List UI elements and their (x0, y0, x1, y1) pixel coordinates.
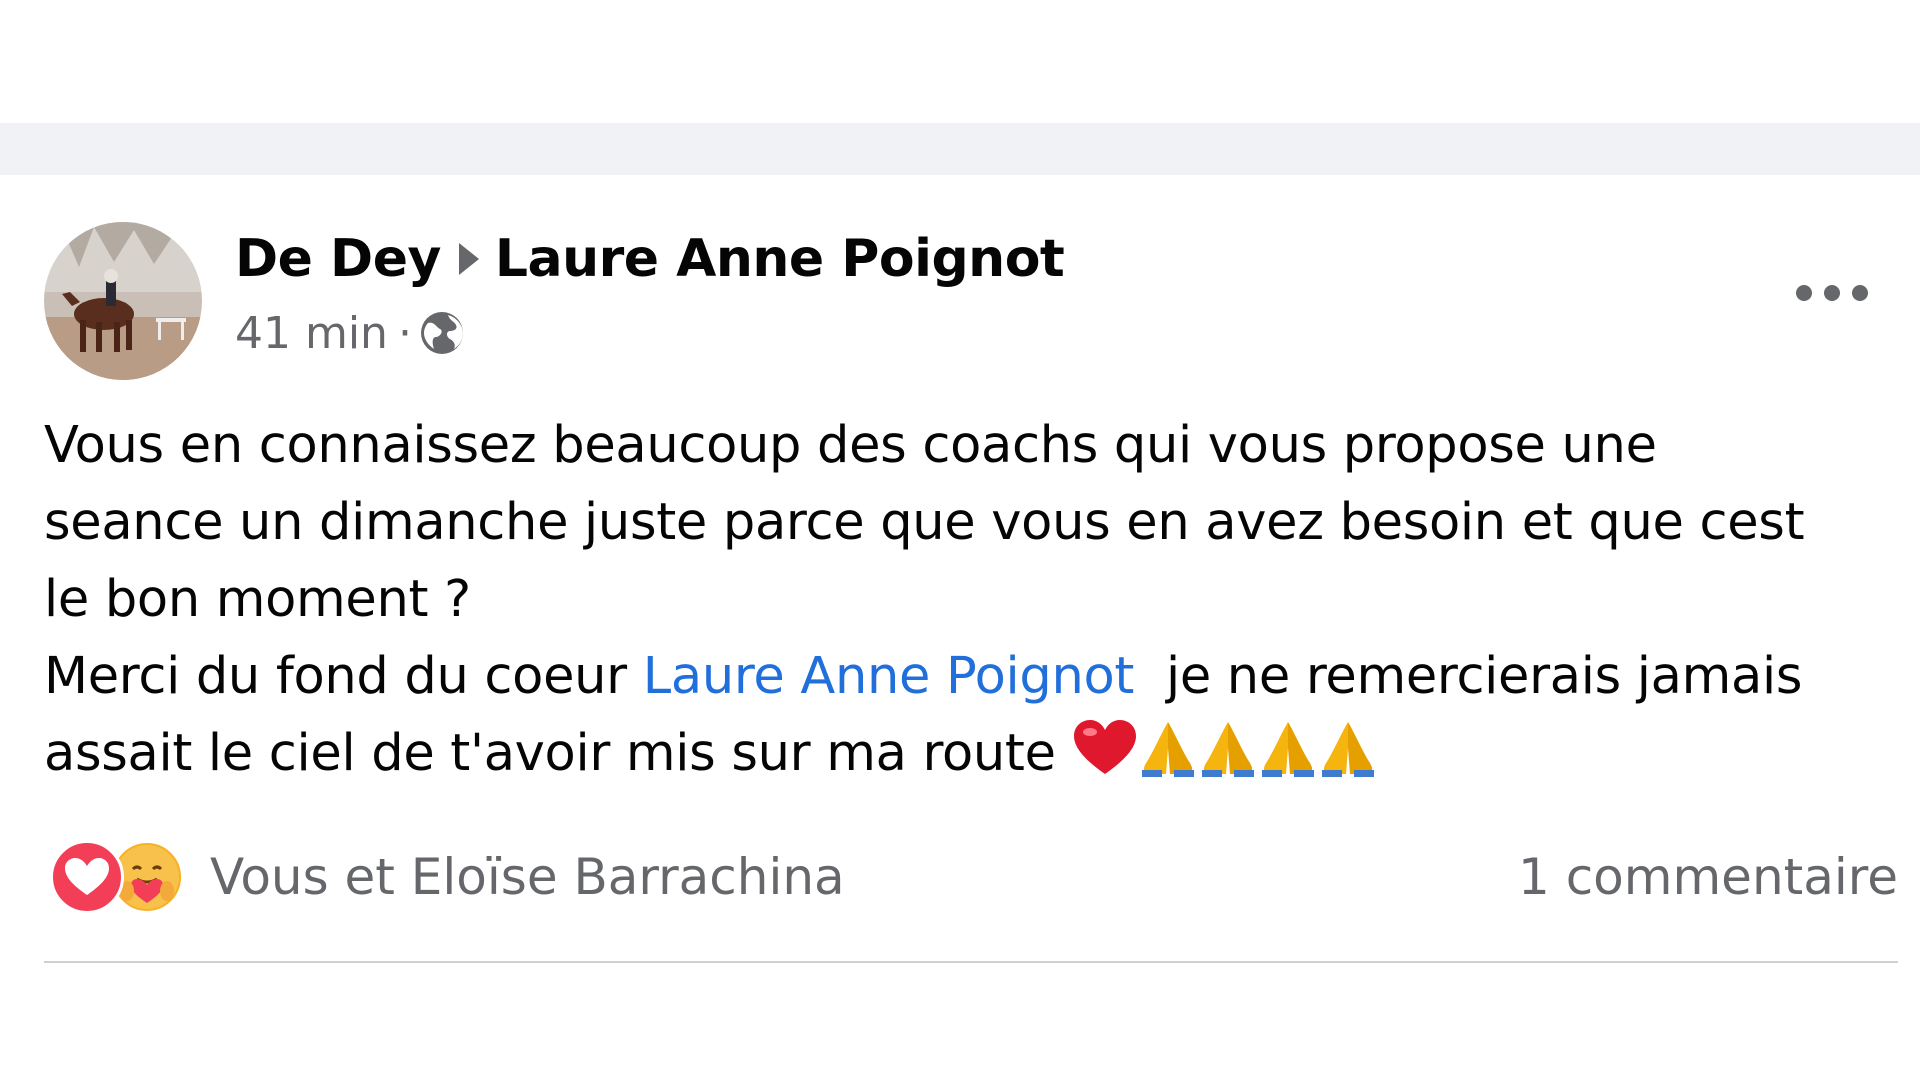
red-heart-emoji (1073, 720, 1136, 774)
folded-hands-emoji (1261, 722, 1314, 777)
post-text-line: Merci du fond du coeur Laure Anne Poigno… (44, 638, 1894, 715)
post-body: Vous en connaissez beaucoup des coachs q… (44, 407, 1894, 792)
caret-right-icon (458, 243, 479, 275)
post-text-line: le bon moment ? (44, 570, 471, 629)
post-text-line: seance un dimanche juste parce que vous … (44, 493, 1805, 552)
post-divider (44, 961, 1898, 963)
folded-hands-emoji (1201, 722, 1254, 777)
folded-hands-emoji (1321, 722, 1374, 777)
love-reaction-icon (50, 840, 124, 914)
post-text-fragment: assait le ciel de t'avoir mis sur ma rou… (44, 724, 1056, 783)
folded-hands-emoji (1141, 722, 1194, 777)
post-text-line: assait le ciel de t'avoir mis sur ma rou… (44, 715, 1894, 792)
post-header: De Dey Laure Anne Poignot (235, 227, 1065, 291)
post-meta: 41 min · (235, 303, 466, 363)
avatar-photo (44, 222, 202, 380)
reactors-names[interactable]: Vous et Eloïse Barrachina (210, 848, 845, 906)
author-name[interactable]: De Dey (235, 229, 441, 289)
more-options-button[interactable] (1794, 273, 1870, 313)
comments-count-link[interactable]: 1 commentaire (1518, 837, 1898, 917)
feed-separator (0, 123, 1920, 175)
reactions-summary[interactable]: Vous et Eloïse Barrachina (50, 837, 845, 917)
author-avatar[interactable] (44, 222, 202, 380)
post-text-line: Vous en connaissez beaucoup des coachs q… (44, 416, 1657, 475)
post-text-fragment: Merci du fond du coeur (44, 647, 643, 706)
post-text-fragment: je ne remercierais jamais (1134, 647, 1803, 706)
top-area (0, 0, 1920, 123)
post-timestamp[interactable]: 41 min (235, 308, 388, 359)
meta-separator: · (397, 307, 412, 359)
heart-icon (65, 858, 109, 895)
mention-link[interactable]: Laure Anne Poignot (643, 647, 1135, 706)
recipient-name[interactable]: Laure Anne Poignot (495, 229, 1065, 289)
more-options-icon (1796, 285, 1868, 301)
globe-icon[interactable] (418, 309, 466, 357)
post-card: De Dey Laure Anne Poignot 41 min · Vous … (0, 175, 1920, 1080)
